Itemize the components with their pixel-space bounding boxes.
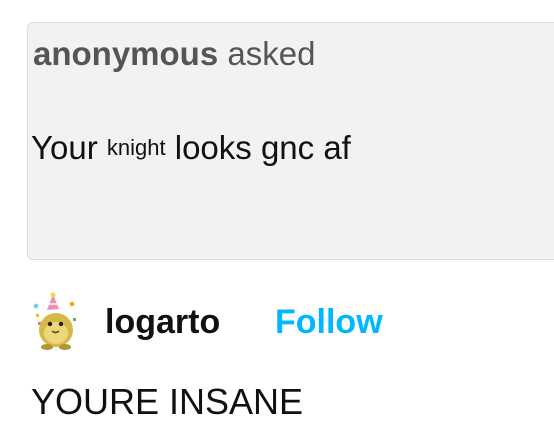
- question-small-word: knight: [106, 135, 166, 160]
- reply-text: YOURE INSANE: [31, 381, 304, 422]
- asker-name[interactable]: anonymous: [33, 35, 218, 72]
- question-part-2: looks gnc af: [174, 129, 351, 166]
- asked-label: asked: [227, 35, 316, 72]
- question-text: Your knight looks gnc af: [31, 128, 351, 168]
- party-hat-creature-avatar-icon[interactable]: [30, 292, 82, 352]
- follow-button[interactable]: Follow: [275, 302, 383, 342]
- asker-line: anonymous asked: [33, 34, 315, 74]
- username[interactable]: logarto: [105, 302, 220, 342]
- question-part-1: Your: [31, 129, 98, 166]
